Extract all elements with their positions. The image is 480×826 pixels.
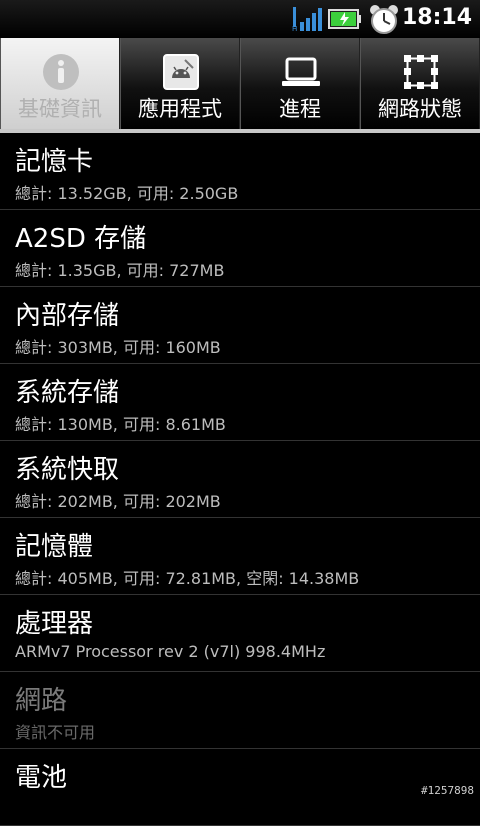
- tab-applications[interactable]: 應用程式: [120, 38, 240, 129]
- signal-icon: H: [292, 6, 322, 32]
- info-icon: [41, 52, 81, 92]
- android-apps-icon: [161, 52, 201, 92]
- watermark: #1257898: [421, 784, 474, 797]
- list-item-processor[interactable]: 處理器 ARMv7 Processor rev 2 (v7l) 998.4MHz: [0, 595, 480, 672]
- tab-label: 基礎資訊: [1, 93, 119, 123]
- tab-basic-info[interactable]: 基礎資訊: [0, 38, 120, 129]
- alarm-clock-icon: [368, 3, 400, 35]
- item-detail: 總計: 1.35GB, 可用: 727MB: [15, 257, 224, 281]
- item-title: 記憶體: [15, 526, 93, 563]
- network-grid-icon: [401, 52, 441, 92]
- item-detail: ARMv7 Processor rev 2 (v7l) 998.4MHz: [15, 642, 325, 661]
- tab-label: 網路狀態: [361, 93, 479, 123]
- item-detail: 資訊不可用: [15, 719, 95, 743]
- tab-label: 應用程式: [121, 93, 239, 123]
- list-item-network[interactable]: 網路 資訊不可用: [0, 672, 480, 749]
- list-item-memory[interactable]: 記憶體 總計: 405MB, 可用: 72.81MB, 空閑: 14.38MB: [0, 518, 480, 595]
- list-item-a2sd-storage[interactable]: A2SD 存儲 總計: 1.35GB, 可用: 727MB: [0, 210, 480, 287]
- item-title: 內部存儲: [15, 295, 119, 332]
- list-item-memory-card[interactable]: 記憶卡 總計: 13.52GB, 可用: 2.50GB: [0, 133, 480, 210]
- item-title: 系統存儲: [15, 372, 119, 409]
- list-item-internal-storage[interactable]: 內部存儲 總計: 303MB, 可用: 160MB: [0, 287, 480, 364]
- list-item-system-storage[interactable]: 系統存儲 總計: 130MB, 可用: 8.61MB: [0, 364, 480, 441]
- battery-charging-icon: [328, 8, 362, 30]
- item-title: 網路: [15, 680, 67, 717]
- status-clock: 18:14: [402, 5, 472, 30]
- item-title: 處理器: [15, 603, 93, 640]
- tab-label: 進程: [241, 93, 359, 123]
- list-item-system-cache[interactable]: 系統快取 總計: 202MB, 可用: 202MB: [0, 441, 480, 518]
- svg-text:H: H: [292, 25, 297, 32]
- laptop-icon: [281, 52, 321, 92]
- item-title: A2SD 存儲: [15, 218, 146, 255]
- status-bar: H 18:14: [0, 0, 480, 38]
- tab-processes[interactable]: 進程: [240, 38, 360, 129]
- tab-network-status[interactable]: 網路狀態: [360, 38, 480, 129]
- tab-bar: 基礎資訊 應用程式 進程: [0, 38, 480, 133]
- item-detail: 總計: 303MB, 可用: 160MB: [15, 334, 221, 358]
- item-detail: 總計: 202MB, 可用: 202MB: [15, 488, 221, 512]
- item-title: 系統快取: [15, 449, 119, 486]
- list-item-battery[interactable]: 電池: [0, 749, 480, 826]
- item-detail: 總計: 13.52GB, 可用: 2.50GB: [15, 180, 238, 204]
- item-detail: 總計: 130MB, 可用: 8.61MB: [15, 411, 226, 435]
- item-detail: 總計: 405MB, 可用: 72.81MB, 空閑: 14.38MB: [15, 565, 359, 589]
- info-list: 記憶卡 總計: 13.52GB, 可用: 2.50GB A2SD 存儲 總計: …: [0, 133, 480, 826]
- item-title: 電池: [15, 757, 67, 794]
- item-title: 記憶卡: [15, 141, 93, 178]
